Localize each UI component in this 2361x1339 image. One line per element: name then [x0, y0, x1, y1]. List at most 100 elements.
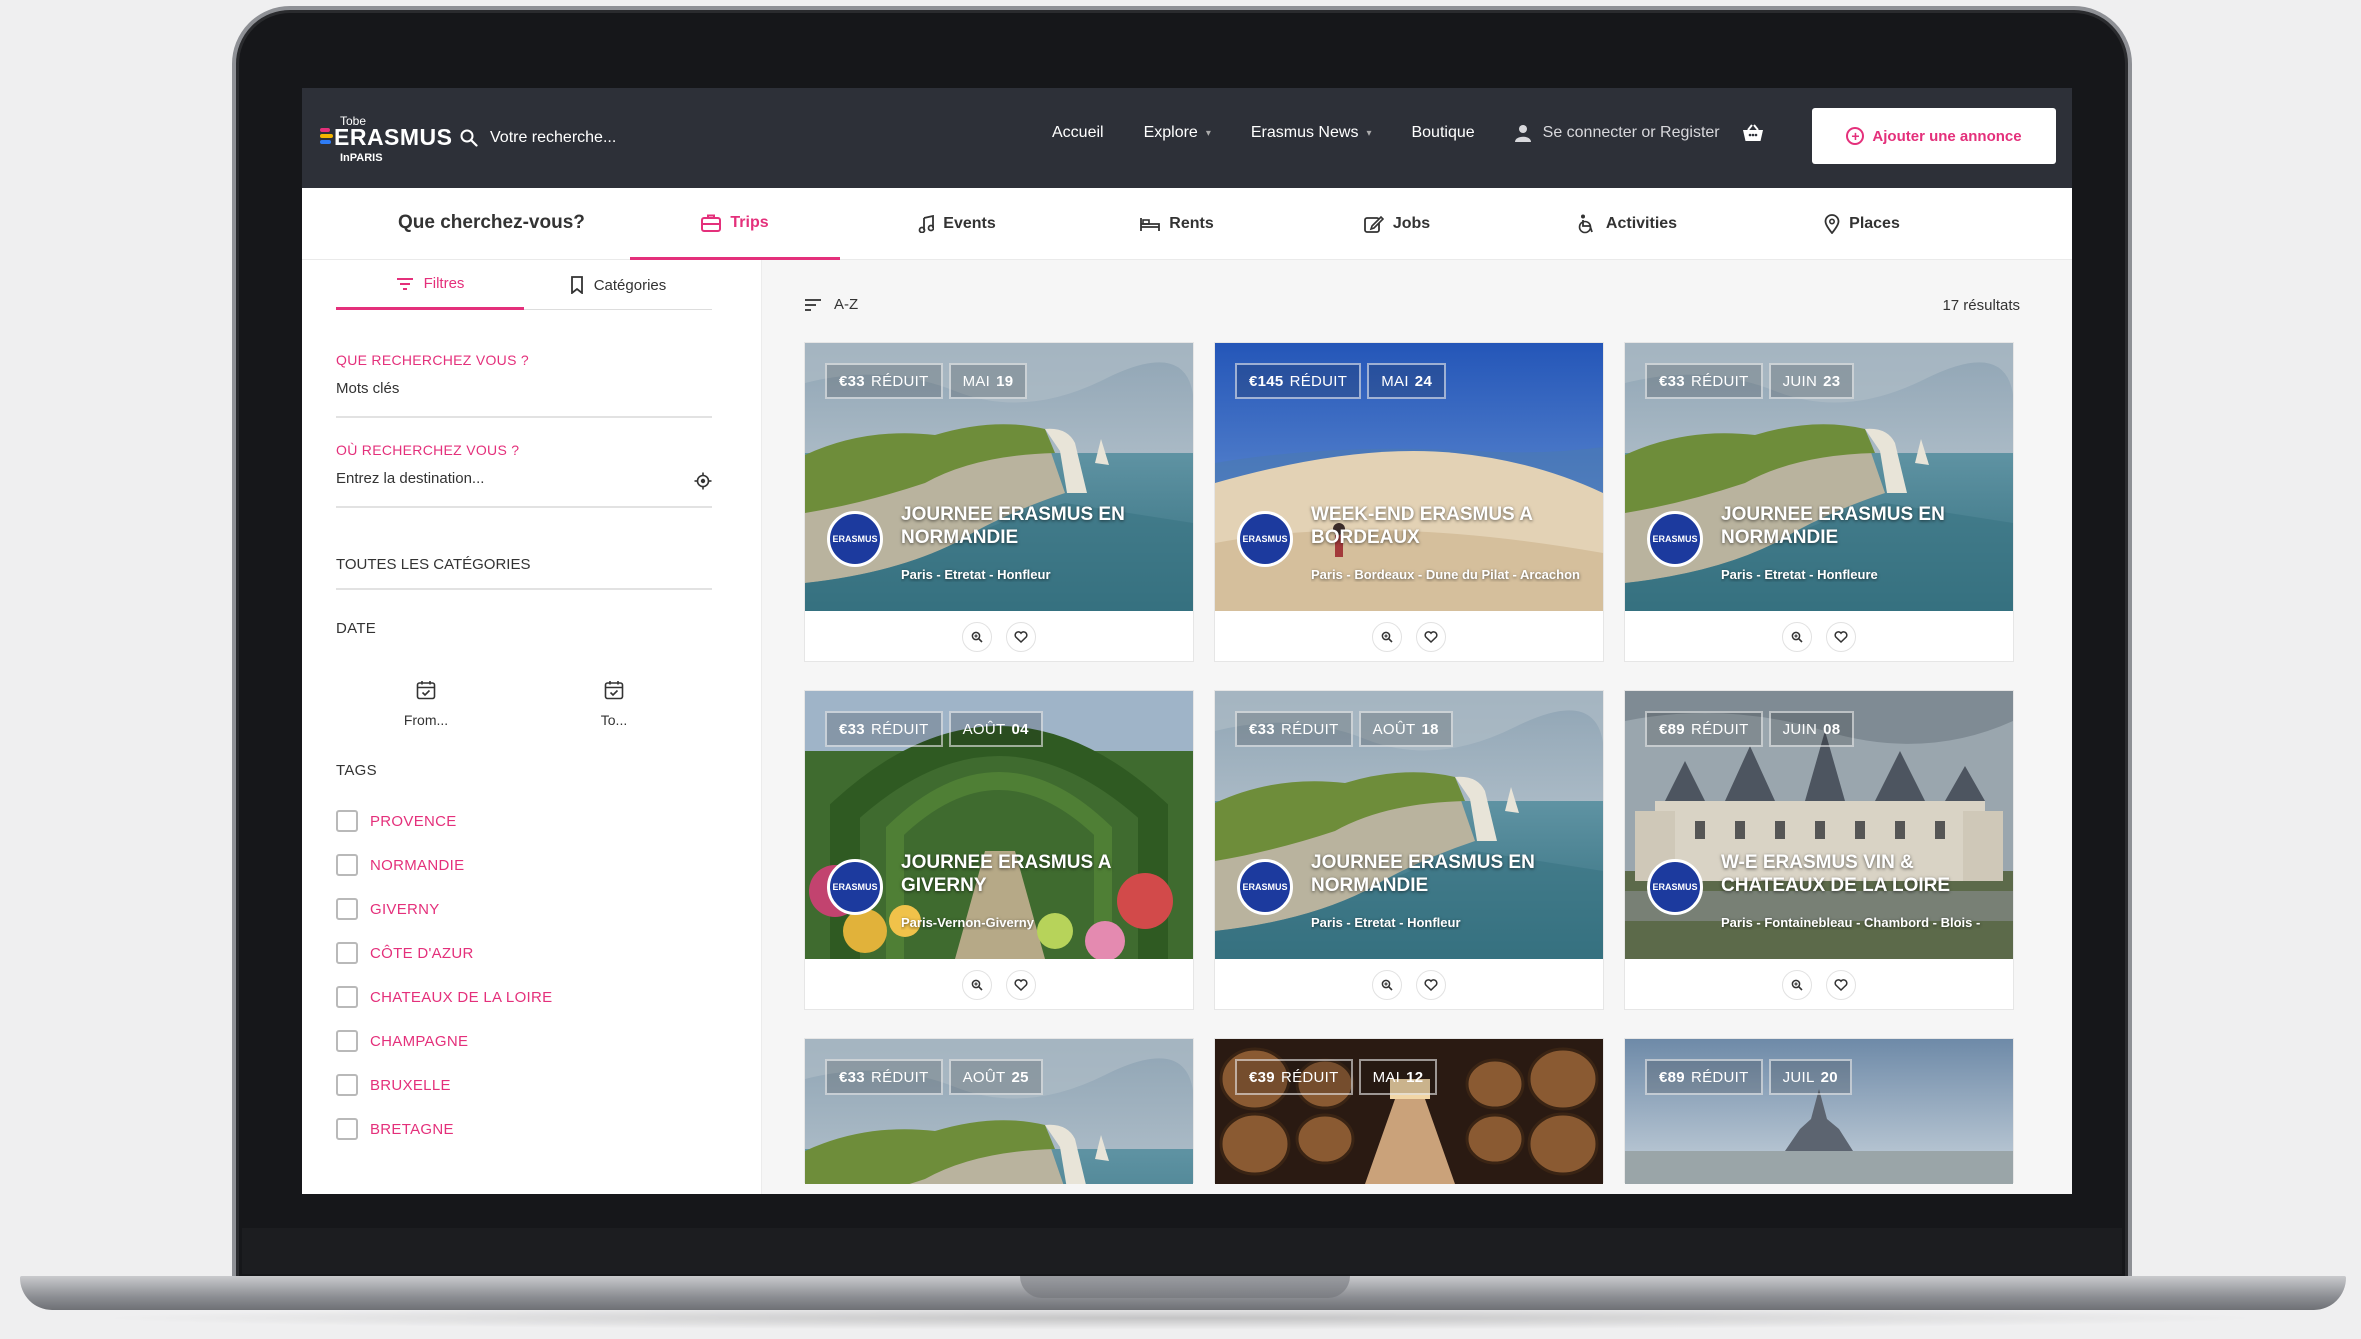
locate-icon[interactable] [694, 472, 712, 490]
tag-checkbox[interactable]: PROVENCE [336, 810, 457, 832]
tag-label: BRUXELLE [370, 1076, 451, 1094]
header-search[interactable]: Votre recherche... [460, 126, 616, 150]
tag-checkbox[interactable]: BRUXELLE [336, 1074, 451, 1096]
date-month: AOÛT [962, 720, 1006, 738]
checkbox[interactable] [336, 854, 358, 876]
trip-title[interactable]: JOURNEE ERASMUS EN NORMANDIE [901, 503, 1181, 549]
nav-accueil[interactable]: Accueil [1052, 124, 1104, 142]
tab-label: Catégories [593, 276, 667, 294]
zoom-button[interactable] [1372, 622, 1402, 652]
favorite-button[interactable] [1416, 622, 1446, 652]
trip-card[interactable]: €33 RÉDUIT AOÛT 04 ERASMUS JOURNEE ERASMUS A … [804, 690, 1194, 1010]
trip-title[interactable]: JOURNEE ERASMUS EN NORMANDIE [1721, 503, 2001, 549]
tag-label: PROVENCE [370, 812, 457, 830]
tab-filtres[interactable]: Filtres [336, 260, 524, 310]
checkbox[interactable] [336, 1030, 358, 1052]
price-badge: €39 RÉDUIT [1235, 1059, 1353, 1095]
site-logo[interactable]: Tobe ERASMUS InPARIS [320, 114, 452, 164]
checkbox[interactable] [336, 810, 358, 832]
all-categories-select[interactable]: TOUTES LES CATÉGORIES [336, 556, 712, 590]
trip-card[interactable]: €33 RÉDUIT AOÛT 25 [804, 1038, 1194, 1184]
trip-card[interactable]: €89 RÉDUIT JUIN 08 ERASMUS W-E ERASMUS VIN & … [1624, 690, 2014, 1010]
tag-label: NORMANDIE [370, 856, 465, 874]
sort-toggle[interactable]: A-Z [804, 296, 858, 313]
date-badge: MAI 19 [948, 363, 1028, 399]
trip-route: Paris - Fontainebleau - Chambord - Blois… [1721, 915, 1981, 930]
trip-title[interactable]: WEEK-END ERASMUS A BORDEAUX [1311, 503, 1591, 549]
date-from[interactable]: From... [386, 680, 466, 728]
date-day: 08 [1823, 720, 1841, 738]
tab-trips[interactable]: Trips [630, 188, 840, 260]
favorite-button[interactable] [1826, 622, 1856, 652]
search-icon [460, 129, 478, 147]
price: €33 [839, 720, 865, 738]
favorite-button[interactable] [1416, 970, 1446, 1000]
trip-card[interactable]: €39 RÉDUIT MAI 12 [1214, 1038, 1604, 1184]
tab-label: Places [1849, 215, 1900, 232]
price: €33 [839, 372, 865, 390]
tag-checkbox[interactable]: CÔTE D'AZUR [336, 942, 474, 964]
trip-title[interactable]: JOURNEE ERASMUS EN NORMANDIE [1311, 851, 1591, 897]
destination-field[interactable]: OÙ RECHERCHEZ VOUS ? Entrez la destinati… [336, 442, 712, 508]
trip-card[interactable]: €89 RÉDUIT JUIL 20 [1624, 1038, 2014, 1184]
card-actions [805, 611, 1193, 663]
zoom-button[interactable] [1782, 970, 1812, 1000]
tag-checkbox[interactable]: BRETAGNE [336, 1118, 454, 1140]
date-month: JUIN [1782, 372, 1818, 390]
trip-title[interactable]: JOURNEE ERASMUS A GIVERNY [901, 851, 1181, 897]
checkbox[interactable] [336, 1118, 358, 1140]
edit-icon [1363, 215, 1384, 233]
login-link[interactable]: Se connecter or Register [1514, 124, 1720, 142]
checkbox[interactable] [336, 986, 358, 1008]
date-to[interactable]: To... [574, 680, 654, 728]
checkbox[interactable] [336, 898, 358, 920]
tab-places[interactable]: Places [1762, 188, 1962, 260]
date-month: JUIL [1782, 1068, 1815, 1086]
zoom-button[interactable] [962, 622, 992, 652]
favorite-button[interactable] [1826, 970, 1856, 1000]
add-listing-button[interactable]: + Ajouter une annonce [1812, 108, 2056, 164]
date-day: 19 [996, 372, 1014, 390]
results-count: 17 résultats [1942, 297, 2020, 314]
basket-icon[interactable] [1742, 124, 1764, 142]
tab-events[interactable]: Events [862, 188, 1052, 260]
price-badge: €145 RÉDUIT [1235, 363, 1362, 399]
trip-card[interactable]: €33 RÉDUIT AOÛT 18 ERASMUS JOURNEE ERASMUS EN… [1214, 690, 1604, 1010]
destination-input[interactable]: Entrez la destination... [336, 470, 712, 487]
keyword-input[interactable]: Mots clés [336, 380, 712, 397]
badge-row: €33 RÉDUIT MAI 19 [825, 363, 1033, 399]
laptop-screen: Tobe ERASMUS InPARIS Votre recherche... … [302, 88, 2072, 1194]
trip-title[interactable]: W-E ERASMUS VIN & CHATEAUX DE LA LOIRE [1721, 851, 2001, 897]
tag-checkbox[interactable]: CHATEAUX DE LA LOIRE [336, 986, 552, 1008]
date-day: 24 [1414, 372, 1433, 390]
tag-checkbox[interactable]: CHAMPAGNE [336, 1030, 468, 1052]
nav-boutique[interactable]: Boutique [1411, 124, 1474, 142]
keyword-field[interactable]: QUE RECHERCHEZ VOUS ? Mots clés [336, 352, 712, 418]
trip-card[interactable]: €145 RÉDUIT MAI 24 ERASMUS WEEK-END ERASMUS A… [1214, 342, 1604, 662]
tab-categories[interactable]: Catégories [524, 260, 712, 310]
date-month: AOÛT [962, 1068, 1006, 1086]
badge-row: €39 RÉDUIT MAI 12 [1235, 1059, 1443, 1095]
tag-checkbox[interactable]: GIVERNY [336, 898, 440, 920]
trip-card[interactable]: €33 RÉDUIT MAI 19 ERASMUS JOURNEE ERASMUS EN … [804, 342, 1194, 662]
tab-label: Rents [1169, 215, 1214, 232]
checkbox[interactable] [336, 942, 358, 964]
tab-jobs[interactable]: Jobs [1302, 188, 1492, 260]
zoom-button[interactable] [1782, 622, 1812, 652]
checkbox[interactable] [336, 1074, 358, 1096]
price-label: RÉDUIT [870, 372, 929, 390]
date-badge: AOÛT 18 [1358, 711, 1453, 747]
trip-card[interactable]: €33 RÉDUIT JUIN 23 ERASMUS JOURNEE ERASMUS EN… [1624, 342, 2014, 662]
tab-rents[interactable]: Rents [1082, 188, 1272, 260]
price-badge: €89 RÉDUIT [1645, 1059, 1763, 1095]
zoom-button[interactable] [962, 970, 992, 1000]
tab-label: Filtres [423, 275, 465, 292]
favorite-button[interactable] [1006, 622, 1036, 652]
tab-activities[interactable]: Activities [1522, 188, 1732, 260]
tag-checkbox[interactable]: NORMANDIE [336, 854, 464, 876]
organizer-logo: ERASMUS [827, 511, 883, 567]
nav-explore[interactable]: Explore ▾ [1144, 124, 1211, 142]
zoom-button[interactable] [1372, 970, 1402, 1000]
nav-erasmus-news[interactable]: Erasmus News ▾ [1251, 124, 1372, 142]
favorite-button[interactable] [1006, 970, 1036, 1000]
